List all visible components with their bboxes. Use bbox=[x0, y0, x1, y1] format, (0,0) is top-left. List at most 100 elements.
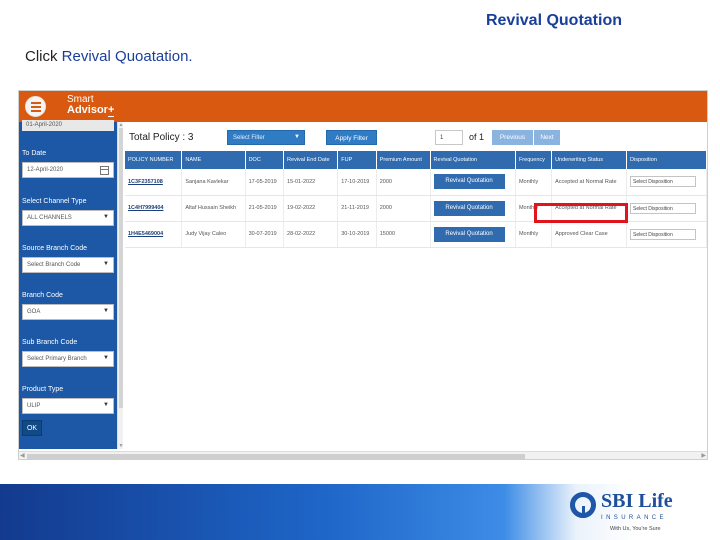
sbi-emblem-icon bbox=[570, 492, 596, 518]
disposition-select[interactable]: Select Disposition bbox=[630, 202, 696, 214]
channel-type-label: Select Channel Type bbox=[22, 198, 87, 205]
revival-end-cell: 15-01-2022 bbox=[283, 169, 339, 196]
revival-end-cell: 28-02-2022 bbox=[283, 221, 339, 248]
revival-quotation-button[interactable]: Revival Quotation bbox=[433, 200, 505, 216]
next-button[interactable]: Next bbox=[534, 130, 560, 145]
sub-branch-label: Sub Branch Code bbox=[22, 339, 78, 346]
policy-number-link[interactable]: 1H4E5469004 bbox=[125, 221, 183, 248]
filter-select[interactable]: Select Filter ▼ bbox=[227, 130, 305, 145]
channel-type-select[interactable]: ALL CHANNELS ▼ bbox=[22, 210, 114, 226]
chevron-down-icon: ▼ bbox=[103, 261, 109, 267]
chevron-down-icon: ▼ bbox=[103, 402, 109, 408]
table-row: 1H4E5469004 Judy Vijay Caleo 30-07-2019 … bbox=[125, 221, 707, 248]
frequency-cell: Monthly bbox=[515, 221, 553, 248]
column-header: FUP bbox=[337, 151, 377, 169]
premium-cell: 15000 bbox=[376, 221, 431, 248]
page-count: of 1 bbox=[469, 132, 485, 142]
filter-placeholder: Select Filter bbox=[233, 135, 265, 141]
disposition-select[interactable]: Select Disposition bbox=[630, 176, 696, 188]
doc-cell: 21-05-2019 bbox=[245, 195, 285, 222]
previous-button[interactable]: Previous bbox=[492, 130, 533, 145]
to-date-label: To Date bbox=[22, 150, 47, 157]
chevron-down-icon: ▼ bbox=[294, 134, 300, 140]
disposition-select[interactable]: Select Disposition bbox=[630, 228, 696, 240]
instruction-prefix: Click bbox=[25, 48, 62, 65]
brand-logo: Smart Advisor+ bbox=[67, 95, 115, 117]
slide-instruction: Click Revival Quoatation. bbox=[25, 48, 193, 65]
source-branch-select[interactable]: Select Branch Code ▼ bbox=[22, 257, 114, 273]
name-cell: Sanjana Kavlekar bbox=[181, 169, 246, 196]
logo-name: SBI Life bbox=[601, 490, 673, 512]
apply-filter-button[interactable]: Apply Filter bbox=[326, 130, 377, 145]
column-header: Disposition bbox=[626, 151, 707, 169]
main-content: Total Policy : 3 Select Filter ▼ Apply Fi… bbox=[123, 122, 707, 452]
column-header: Revival Quotation bbox=[430, 151, 516, 169]
disposition-cell: Select Disposition bbox=[626, 169, 707, 196]
chevron-down-icon: ▼ bbox=[103, 355, 109, 361]
brand-plus: + bbox=[107, 104, 115, 117]
doc-cell: 30-07-2019 bbox=[245, 221, 285, 248]
hamburger-menu-icon[interactable] bbox=[25, 96, 46, 117]
app-window: Smart Advisor+ 01-April-2020 To Date 12-… bbox=[18, 90, 708, 460]
fup-cell: 17-10-2019 bbox=[337, 169, 377, 196]
revival-quotation-cell: Revival Quotation bbox=[430, 169, 516, 196]
revival-quotation-cell: Revival Quotation bbox=[430, 221, 516, 248]
column-header: Revival End Date bbox=[283, 151, 339, 169]
logo-tagline: With Us, You're Sure bbox=[610, 526, 661, 532]
chevron-down-icon: ▼ bbox=[103, 214, 109, 220]
app-header: Smart Advisor+ bbox=[19, 91, 707, 122]
product-type-select[interactable]: ULIP ▼ bbox=[22, 398, 114, 414]
table-row: 1C3F2357108 Sanjana Kavlekar 17-05-2019 … bbox=[125, 169, 707, 196]
branch-code-value: GOA bbox=[27, 309, 41, 315]
policy-number-link[interactable]: 1C3F2357108 bbox=[125, 169, 183, 196]
scroll-right-icon[interactable]: ▶ bbox=[701, 452, 706, 459]
filter-sidebar: 01-April-2020 To Date 12-April-2020 Sele… bbox=[19, 120, 117, 449]
source-branch-value: Select Branch Code bbox=[27, 262, 81, 268]
sub-branch-value: Select Primary Branch bbox=[27, 356, 87, 362]
policy-number-link[interactable]: 1C4H7999404 bbox=[125, 195, 183, 222]
channel-type-value: ALL CHANNELS bbox=[27, 215, 72, 221]
name-cell: Judy Vijay Caleo bbox=[181, 221, 246, 248]
column-header: DOC bbox=[245, 151, 285, 169]
to-date-field[interactable]: 12-April-2020 bbox=[22, 162, 114, 178]
instruction-highlight: Revival Quoatation. bbox=[61, 48, 193, 65]
brand-line2: Advisor+ bbox=[67, 104, 115, 117]
sub-branch-select[interactable]: Select Primary Branch ▼ bbox=[22, 351, 114, 367]
horizontal-scrollbar[interactable]: ◀ ▶ bbox=[19, 451, 707, 459]
column-header: POLICY NUMBER bbox=[125, 151, 183, 169]
policy-table: POLICY NUMBER NAME DOC Revival End Date … bbox=[125, 151, 707, 248]
column-header: Premium Amount bbox=[376, 151, 431, 169]
sbi-life-logo: SBI Life INSURANCE With Us, You're Sure bbox=[570, 490, 682, 536]
uw-status-cell: Accepted at Normal Rate bbox=[551, 169, 627, 196]
calendar-icon[interactable] bbox=[100, 166, 109, 175]
name-cell: Altaf Hussain Sheikh bbox=[181, 195, 246, 222]
ok-button[interactable]: OK bbox=[22, 420, 42, 436]
fup-cell: 21-11-2019 bbox=[337, 195, 377, 222]
product-type-value: ULIP bbox=[27, 403, 41, 409]
table-header-row: POLICY NUMBER NAME DOC Revival End Date … bbox=[125, 151, 707, 169]
frequency-cell: Monthly bbox=[515, 169, 553, 196]
scrollbar-thumb[interactable] bbox=[27, 454, 525, 459]
chevron-down-icon: ▼ bbox=[103, 308, 109, 314]
brand-name: Advisor bbox=[67, 104, 108, 116]
scroll-left-icon[interactable]: ◀ bbox=[20, 452, 25, 459]
logo-insurance: INSURANCE bbox=[601, 515, 667, 521]
revival-end-cell: 19-02-2022 bbox=[283, 195, 339, 222]
column-header: NAME bbox=[181, 151, 246, 169]
premium-cell: 2000 bbox=[376, 195, 431, 222]
revival-quotation-button[interactable]: Revival Quotation bbox=[433, 226, 505, 242]
disposition-cell: Select Disposition bbox=[626, 195, 707, 222]
page-number-input[interactable]: 1 bbox=[435, 130, 463, 145]
premium-cell: 2000 bbox=[376, 169, 431, 196]
total-policy-count: Total Policy : 3 bbox=[129, 132, 194, 143]
doc-cell: 17-05-2019 bbox=[245, 169, 285, 196]
to-date-value: 12-April-2020 bbox=[27, 167, 64, 173]
highlight-annotation bbox=[534, 203, 628, 223]
branch-code-label: Branch Code bbox=[22, 292, 63, 299]
branch-code-select[interactable]: GOA ▼ bbox=[22, 304, 114, 320]
product-type-label: Product Type bbox=[22, 386, 64, 393]
revival-quotation-button[interactable]: Revival Quotation bbox=[433, 174, 505, 190]
from-date-field[interactable]: 01-April-2020 bbox=[22, 120, 114, 131]
disposition-cell: Select Disposition bbox=[626, 221, 707, 248]
uw-status-cell: Approved Clear Case bbox=[551, 221, 627, 248]
